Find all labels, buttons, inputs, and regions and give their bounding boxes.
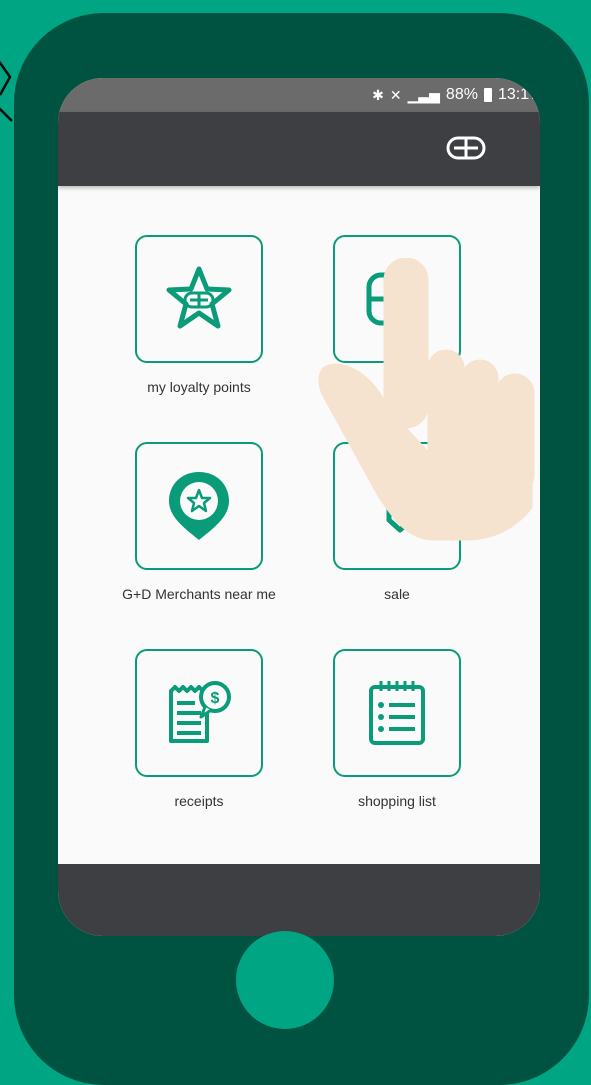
battery-icon bbox=[483, 88, 492, 102]
tile-label: my loyalty points bbox=[147, 379, 251, 395]
mute-icon: ✕ bbox=[389, 87, 402, 103]
status-bar: ✱ ✕ ▁▃▅ 88% 13:17 bbox=[58, 78, 540, 112]
phone-screen: ✱ ✕ ▁▃▅ 88% 13:17 my loyalty points pay … bbox=[58, 78, 540, 936]
tile-label: sale bbox=[384, 586, 410, 602]
map-pin-star-icon bbox=[169, 472, 229, 540]
home-button[interactable] bbox=[236, 931, 334, 1029]
tile-label: pay bbox=[385, 379, 409, 395]
status-time: 13:17 bbox=[497, 86, 538, 103]
tile-label: G+D Merchants near me bbox=[122, 586, 276, 602]
sale-tag-icon bbox=[386, 495, 414, 533]
signal-icon: ▁▃▅ bbox=[407, 87, 440, 103]
menu-grid: my loyalty points pay G+D Merchants near… bbox=[58, 186, 540, 864]
notepad-list-icon bbox=[369, 681, 425, 745]
tile-box[interactable] bbox=[135, 442, 263, 570]
tile-label: shopping list bbox=[358, 793, 436, 809]
gd-logo-icon[interactable] bbox=[446, 135, 486, 161]
receipt-dollar-icon: $ bbox=[169, 681, 231, 743]
app-bar bbox=[58, 112, 540, 186]
bluetooth-icon: ✱ bbox=[372, 87, 384, 103]
tile-box[interactable] bbox=[333, 442, 461, 570]
tile-box[interactable] bbox=[333, 235, 461, 363]
card-pay-icon bbox=[366, 272, 428, 326]
tile-label: receipts bbox=[174, 793, 224, 809]
star-badge-icon bbox=[166, 266, 232, 329]
battery-text: 88% bbox=[445, 86, 478, 103]
tile-box[interactable] bbox=[333, 649, 461, 777]
tile-box[interactable]: $ bbox=[135, 649, 263, 777]
svg-text:$: $ bbox=[211, 690, 220, 707]
tile-box[interactable] bbox=[135, 235, 263, 363]
bottom-nav-bar bbox=[58, 864, 540, 936]
decoration-icon bbox=[0, 60, 13, 122]
